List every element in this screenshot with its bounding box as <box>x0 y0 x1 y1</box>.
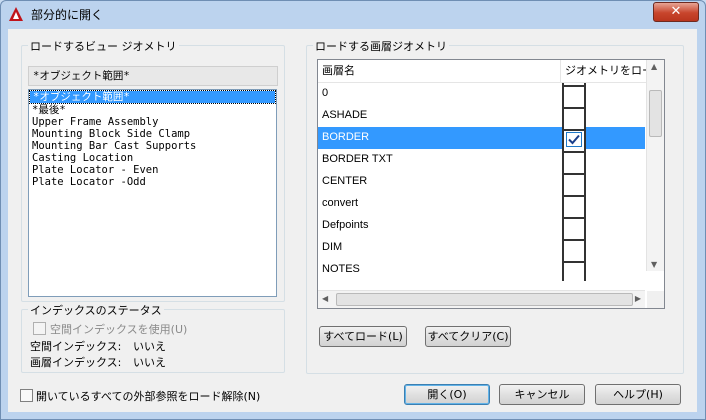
autocad-app-icon <box>9 7 23 21</box>
cell-divider <box>564 239 584 241</box>
layer-index-label: 画層インデックス: <box>30 356 122 369</box>
index-status-group: インデックスのステータス 空間インデックスを使用(U) 空間インデックス: いい… <box>21 302 285 373</box>
unload-xrefs-checkbox[interactable] <box>20 389 33 402</box>
load-all-button[interactable]: すべてロード(L) <box>319 326 407 347</box>
horizontal-scroll-thumb[interactable] <box>336 293 633 306</box>
load-geometry-cell <box>562 83 586 105</box>
partial-open-dialog: 部分的に開く ✕ ロードするビュー ジオメトリ *オブジェクト範囲* *オブジェ… <box>0 0 706 420</box>
current-view-field: *オブジェクト範囲* <box>28 66 278 86</box>
layer-row[interactable]: CENTER <box>318 171 645 193</box>
layer-name: Defpoints <box>322 219 369 231</box>
view-list-item[interactable]: Mounting Block Side Clamp <box>29 128 276 140</box>
close-button[interactable]: ✕ <box>653 2 699 22</box>
layer-row[interactable]: convert <box>318 193 645 215</box>
load-geometry-checkbox[interactable] <box>566 132 582 147</box>
load-geometry-cell <box>562 215 586 237</box>
spatial-index-label: 空間インデックス: <box>30 340 122 353</box>
spatial-index-checkbox <box>33 322 46 335</box>
layer-name: DIM <box>322 241 343 253</box>
load-geometry-cell <box>562 171 586 193</box>
cancel-button[interactable]: キャンセル <box>499 384 585 405</box>
title-bar: 部分的に開く ✕ <box>1 1 705 29</box>
cell-divider <box>564 195 584 197</box>
open-button[interactable]: 開く(O) <box>404 384 490 405</box>
layer-row[interactable]: BORDER <box>318 127 645 149</box>
layer-row[interactable]: BORDER TXT <box>318 149 645 171</box>
layer-row[interactable]: NOTES <box>318 259 645 281</box>
view-list-item[interactable]: Mounting Bar Cast Supports <box>29 140 276 152</box>
layers-group: ロードする画層ジオメトリ 画層名 ジオメトリをロード 0 ASHADE BORDER… <box>306 38 684 374</box>
view-list-item[interactable]: *最後* <box>29 104 276 116</box>
load-geometry-cell <box>562 259 586 281</box>
layer-table: 画層名 ジオメトリをロード 0 ASHADE BORDER BORDER TXT CEN… <box>317 59 665 309</box>
scroll-right-icon[interactable]: ▶ <box>635 294 641 303</box>
load-geometry-cell <box>562 237 586 259</box>
spatial-index-checkbox-label: 空間インデックスを使用(U) <box>50 323 188 336</box>
view-list-item[interactable]: Casting Location <box>29 152 276 164</box>
cell-divider <box>564 151 584 153</box>
layer-row[interactable]: ASHADE <box>318 105 645 127</box>
view-list-item[interactable]: Plate Locator -Odd <box>29 176 276 188</box>
load-geometry-cell <box>562 193 586 215</box>
column-header-load-geometry[interactable]: ジオメトリをロード <box>560 60 651 83</box>
layer-row[interactable]: 0 <box>318 83 645 105</box>
cell-divider <box>564 85 584 87</box>
load-geometry-cell <box>562 127 586 149</box>
layer-row[interactable]: DIM <box>318 237 645 259</box>
layer-name: 0 <box>322 87 329 99</box>
clear-all-button[interactable]: すべてクリア(C) <box>425 326 511 347</box>
cell-divider <box>564 261 584 263</box>
checkmark-icon <box>568 134 580 145</box>
unload-xrefs-label: 開いているすべての外部参照をロード解除(N) <box>36 390 261 403</box>
help-button[interactable]: ヘルプ(H) <box>595 384 681 405</box>
window-title: 部分的に開く <box>31 8 104 22</box>
layer-row[interactable]: Defpoints <box>318 215 645 237</box>
column-header-layer-name[interactable]: 画層名 <box>318 60 560 83</box>
layer-name: BORDER TXT <box>322 153 393 165</box>
scroll-up-icon[interactable]: ▲ <box>651 62 657 71</box>
scrollbar-corner <box>647 291 664 308</box>
layer-name: CENTER <box>322 175 368 187</box>
horizontal-scrollbar[interactable]: ◀ ▶ <box>318 290 645 308</box>
scroll-left-icon[interactable]: ◀ <box>322 294 328 303</box>
views-group: ロードするビュー ジオメトリ *オブジェクト範囲* *オブジェクト範囲* *最後… <box>21 38 285 302</box>
layer-name: BORDER <box>322 131 370 143</box>
cell-divider <box>564 217 584 219</box>
layers-group-title: ロードする画層ジオメトリ <box>313 38 449 54</box>
vertical-scroll-thumb[interactable] <box>649 90 662 137</box>
cell-divider <box>564 173 584 175</box>
dialog-client-area: ロードするビュー ジオメトリ *オブジェクト範囲* *オブジェクト範囲* *最後… <box>8 29 697 412</box>
layer-index-value: いいえ <box>133 356 166 369</box>
spatial-index-value: いいえ <box>133 340 166 353</box>
cell-divider <box>564 129 584 131</box>
load-geometry-cell <box>562 149 586 171</box>
layer-name: ASHADE <box>322 109 368 121</box>
load-geometry-cell <box>562 105 586 127</box>
vertical-scrollbar[interactable]: ▲ ▼ <box>646 60 664 271</box>
view-list-item[interactable]: Upper Frame Assembly <box>29 116 276 128</box>
scroll-down-icon[interactable]: ▼ <box>651 260 657 269</box>
view-list[interactable]: *オブジェクト範囲* *最後* Upper Frame Assembly Mou… <box>28 89 277 297</box>
layer-name: NOTES <box>322 263 360 275</box>
view-list-item[interactable]: Plate Locator - Even <box>29 164 276 176</box>
views-group-title: ロードするビュー ジオメトリ <box>28 38 179 54</box>
view-list-item[interactable]: *オブジェクト範囲* <box>29 90 276 104</box>
index-status-title: インデックスのステータス <box>28 302 164 318</box>
layer-name: convert <box>322 197 359 209</box>
cell-divider <box>564 107 584 109</box>
